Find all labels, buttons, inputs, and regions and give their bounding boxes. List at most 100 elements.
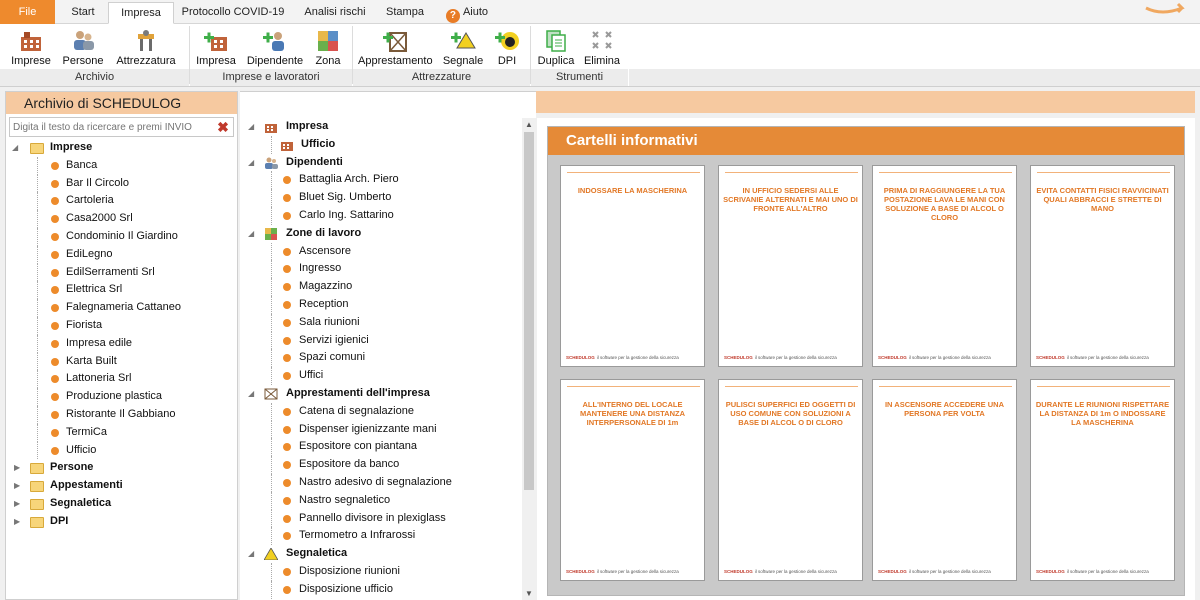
imprese-button[interactable]: Imprese xyxy=(4,26,58,70)
info-sign-card[interactable]: DURANTE LE RIUNIONI RISPETTARE LA DISTAN… xyxy=(1030,379,1175,581)
tree-list-item[interactable]: Reception xyxy=(240,295,522,314)
tree-node-impresa[interactable]: ◢ Impresa xyxy=(240,118,522,136)
clear-search-icon[interactable]: ✖ xyxy=(214,119,232,135)
info-sign-card[interactable]: IN UFFICIO SEDERSI ALLE SCRIVANIE ALTERN… xyxy=(718,165,863,367)
archive-list-item[interactable]: Bar Il Circolo xyxy=(6,174,237,193)
archive-list-item[interactable]: Banca xyxy=(6,156,237,175)
sign-text: PULISCI SUPERFICI ED OGGETTI DI USO COMU… xyxy=(725,400,856,427)
tab-start[interactable]: Start xyxy=(60,2,106,24)
tree-list-item[interactable]: Nastro adesivo di segnalazione xyxy=(240,473,522,492)
bullet-icon xyxy=(51,339,59,348)
tree-node-zone[interactable]: ◢ Zone di lavoro xyxy=(240,225,522,243)
archive-list-item[interactable]: Lattoneria Srl xyxy=(6,370,237,389)
scrollbar-thumb[interactable] xyxy=(524,132,534,490)
scroll-up-icon[interactable]: ▲ xyxy=(525,120,533,129)
attrezzatura-button[interactable]: Attrezzatura xyxy=(112,26,180,70)
tree-line xyxy=(37,156,38,175)
archive-list-item[interactable]: Falegnameria Cattaneo xyxy=(6,299,237,317)
archive-list-item[interactable]: Impresa edile xyxy=(6,334,237,353)
tree-root-item[interactable]: ▶ Persone xyxy=(6,459,237,477)
tree-list-item[interactable]: Ingresso xyxy=(240,260,522,279)
tree-root-item[interactable]: ▶ Appestamenti xyxy=(6,477,237,495)
tree-list-item[interactable]: Disposizione ufficio xyxy=(240,580,522,599)
archive-list-item[interactable]: TermiCa xyxy=(6,423,237,442)
add-impresa-button[interactable]: Impresa xyxy=(194,26,238,70)
info-sign-card[interactable]: PRIMA DI RAGGIUNGERE LA TUA POSTAZIONE L… xyxy=(872,165,1017,367)
elimina-button[interactable]: Elimina xyxy=(583,26,621,70)
expanded-caret-icon[interactable]: ◢ xyxy=(248,545,254,563)
expanded-caret-icon[interactable]: ◢ xyxy=(248,225,254,243)
add-dpi-button[interactable]: DPI xyxy=(492,26,522,70)
add-apprestamento-button[interactable]: Apprestamento xyxy=(358,26,433,70)
info-sign-card[interactable]: ALL'INTERNO DEL LOCALE MANTENERE UNA DIS… xyxy=(560,379,705,581)
tree-list-item[interactable]: Espositore con piantana xyxy=(240,438,522,457)
add-segnale-button[interactable]: Segnale xyxy=(440,26,486,70)
group-attrezzature: Attrezzature xyxy=(353,69,530,86)
tree-list-item[interactable]: Termometro a Infrarossi xyxy=(240,527,522,546)
tree-list-item[interactable]: Magazzino xyxy=(240,278,522,296)
tree-list-item[interactable]: Sala riunioni xyxy=(240,313,522,332)
expanded-caret-icon[interactable]: ◢ xyxy=(248,154,254,172)
duplica-button[interactable]: Duplica xyxy=(535,26,577,70)
tree-root-item[interactable]: ▶ DPI xyxy=(6,513,237,531)
archive-list-item[interactable]: Elettrica Srl xyxy=(6,281,237,300)
add-zona-button[interactable]: Zona xyxy=(312,26,344,70)
tree-list-item[interactable]: Uffici xyxy=(240,367,522,385)
tab-file[interactable]: File xyxy=(0,0,55,24)
add-dipendente-button[interactable]: Dipendente xyxy=(246,26,304,70)
tree-list-item[interactable]: Ascensore xyxy=(240,242,522,261)
collapse-arrow-icon[interactable] xyxy=(1142,0,1192,16)
info-sign-card[interactable]: EVITA CONTATTI FISICI RAVVICINATI QUALI … xyxy=(1030,165,1175,367)
info-sign-card[interactable]: IN ASCENSORE ACCEDERE UNA PERSONA PER VO… xyxy=(872,379,1017,581)
tree-list-item[interactable]: Servizi igienici xyxy=(240,331,522,350)
archive-list-item[interactable]: Ufficio xyxy=(6,441,237,460)
search-input[interactable] xyxy=(10,118,206,136)
tree-item-label: Reception xyxy=(299,297,349,310)
archive-list-item[interactable]: Ristorante Il Gabbiano xyxy=(6,405,237,424)
tree-list-item[interactable]: Carlo Ing. Sattarino xyxy=(240,206,522,225)
tree-list-item[interactable]: Espositore da banco xyxy=(240,456,522,474)
tree-list-item[interactable]: Pannello divisore in plexiglass xyxy=(240,509,522,528)
tab-impresa[interactable]: Impresa xyxy=(108,2,174,24)
tree-list-item[interactable]: Nastro segnaletico xyxy=(240,491,522,510)
tree-line xyxy=(37,192,38,211)
tab-protocollo-covid[interactable]: Protocollo COVID-19 xyxy=(178,2,288,24)
persone-button[interactable]: Persone xyxy=(60,26,106,70)
tree-node-apprestamenti[interactable]: ◢ Apprestamenti dell'impresa xyxy=(240,385,522,403)
sign-header-line xyxy=(567,172,700,175)
tree-root-imprese[interactable]: ◢ Imprese xyxy=(6,139,237,157)
archive-list-item[interactable]: Fiorista xyxy=(6,316,237,335)
collapsed-caret-icon[interactable]: ▶ xyxy=(14,513,20,531)
collapsed-caret-icon[interactable]: ▶ xyxy=(14,477,20,495)
tree-list-item-ufficio[interactable]: Ufficio xyxy=(240,135,522,154)
archive-list-item[interactable]: Karta Built xyxy=(6,352,237,371)
tree-list-item[interactable]: Spazi comuni xyxy=(240,349,522,368)
archive-list-item[interactable]: Condominio Il Giardino xyxy=(6,227,237,246)
info-sign-card[interactable]: PULISCI SUPERFICI ED OGGETTI DI USO COMU… xyxy=(718,379,863,581)
expanded-caret-icon[interactable]: ◢ xyxy=(248,118,254,136)
tree-list-item[interactable]: Catena di segnalazione xyxy=(240,402,522,421)
tree-list-item[interactable]: Dispenser igienizzante mani xyxy=(240,420,522,439)
tree-node-dipendenti[interactable]: ◢ Dipendenti xyxy=(240,154,522,172)
collapsed-caret-icon[interactable]: ▶ xyxy=(14,459,20,477)
info-sign-card[interactable]: INDOSSARE LA MASCHERINA SCHEDULOG il softw… xyxy=(560,165,705,367)
collapsed-caret-icon[interactable]: ▶ xyxy=(14,495,20,513)
archive-list-item[interactable]: EdilSerramenti Srl xyxy=(6,263,237,282)
archive-list-item[interactable]: EdiLegno xyxy=(6,245,237,264)
archive-list-item[interactable]: Produzione plastica xyxy=(6,388,237,406)
tab-aiuto[interactable]: ? Aiuto xyxy=(438,2,496,24)
tree-list-item[interactable]: Disposizione riunioni xyxy=(240,562,522,581)
archive-list-item[interactable]: Casa2000 Srl xyxy=(6,210,237,228)
archive-list-item[interactable]: Cartoleria xyxy=(6,192,237,211)
expanded-caret-icon[interactable]: ◢ xyxy=(12,139,18,157)
tree-list-item[interactable]: Bluet Sig. Umberto xyxy=(240,189,522,207)
tree-list-item[interactable]: Battaglia Arch. Piero xyxy=(240,171,522,190)
vertical-scrollbar[interactable]: ▲ ▼ xyxy=(522,118,536,600)
expanded-caret-icon[interactable]: ◢ xyxy=(248,385,254,403)
tree-root-item[interactable]: ▶ Segnaletica xyxy=(6,495,237,513)
tree-item-label: Nastro adesivo di segnalazione xyxy=(299,475,452,488)
tree-line xyxy=(271,491,272,510)
bullet-icon xyxy=(51,250,59,259)
tree-node-segnaletica[interactable]: ◢ Segnaletica xyxy=(240,545,522,563)
scroll-down-icon[interactable]: ▼ xyxy=(525,589,533,598)
